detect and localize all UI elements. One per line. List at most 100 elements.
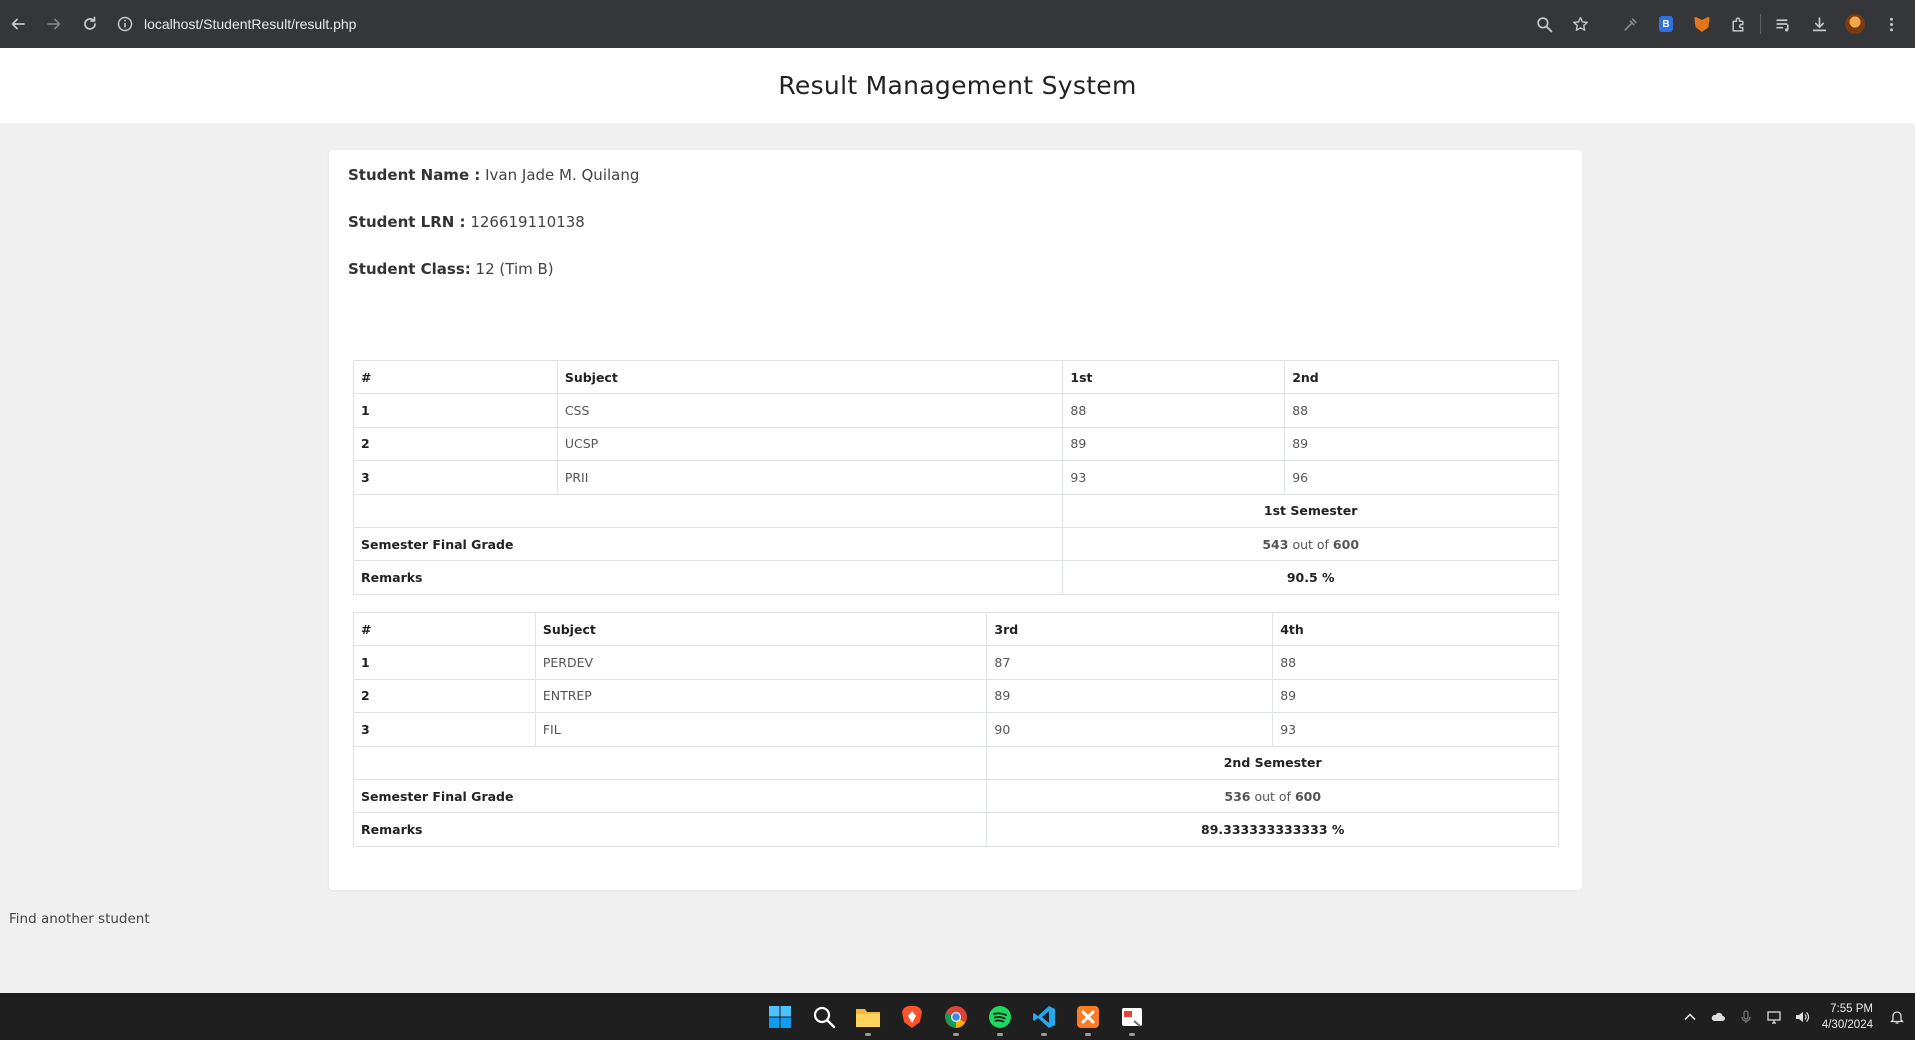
app-icon (1122, 1007, 1142, 1027)
result-card: Student Name : Ivan Jade M. Quilang Stud… (329, 150, 1582, 890)
taskbar: 7:55 PM 4/30/2024 (0, 993, 1915, 1040)
reading-list-button[interactable] (1765, 6, 1801, 42)
bookmark-button[interactable] (1562, 6, 1598, 42)
page-title: Result Management System (778, 71, 1137, 100)
grade-cell: 87 (986, 645, 1274, 680)
profile-button[interactable] (1837, 6, 1873, 42)
running-indicator (953, 1032, 959, 1036)
fox-extension-icon (1694, 16, 1710, 32)
taskbar-search-button[interactable] (808, 1001, 840, 1033)
network-icon[interactable] (1766, 1009, 1782, 1025)
student-name-line: Student Name : Ivan Jade M. Quilang (348, 166, 639, 184)
total-score: 543 (1262, 536, 1289, 552)
extensions-button[interactable] (1720, 6, 1756, 42)
notification-bell-icon[interactable] (1889, 1009, 1905, 1025)
find-another-student-link[interactable]: Find another student (9, 911, 150, 927)
chevron-up-icon[interactable] (1682, 1009, 1698, 1025)
clock-date: 4/30/2024 (1821, 1018, 1873, 1031)
microphone-icon[interactable] (1738, 1009, 1754, 1025)
download-icon (1812, 16, 1826, 31)
student-lrn-value: 126619110138 (470, 213, 585, 231)
table-row: 1 CSS 88 88 (353, 393, 1559, 428)
student-lrn-line: Student LRN : 126619110138 (348, 213, 585, 231)
queue-music-icon (1775, 18, 1789, 31)
grade-cell: 88 (1272, 645, 1559, 680)
vscode-icon (1033, 1005, 1055, 1028)
url-text: localhost/StudentResult/result.php (144, 16, 357, 32)
zoom-button[interactable] (1526, 6, 1562, 42)
table-row: 3 FIL 90 93 (353, 712, 1559, 747)
out-of-text: out of (1292, 536, 1329, 552)
out-of-text: out of (1254, 788, 1291, 804)
start-icon (769, 1005, 791, 1028)
arrow-right-icon (47, 18, 61, 30)
row-number: 3 (353, 712, 536, 747)
star-icon (1572, 16, 1588, 31)
brave-app[interactable] (896, 1001, 928, 1033)
running-indicator (865, 1032, 871, 1036)
final-grade-row: Semester Final Grade 543 out of 600 (352, 526, 1559, 562)
row-number: 1 (353, 393, 558, 428)
system-clock[interactable]: 7:55 PM 4/30/2024 (1822, 1001, 1873, 1033)
subject-cell: PRII (556, 460, 1064, 495)
column-header: # (353, 611, 536, 647)
file-explorer-app[interactable] (852, 1001, 884, 1036)
max-score: 600 (1332, 536, 1360, 552)
subject-cell: CSS (556, 393, 1064, 428)
semester-label-row: 1st Semester (352, 493, 1559, 528)
remarks-label: Remarks (352, 560, 1064, 595)
first-semester-table: # Subject 1st 2nd 1 CSS 88 88 2 UCSP 89 … (352, 359, 1559, 595)
grade-cell: 88 (1284, 393, 1559, 428)
student-class-value: 12 (Tim B) (475, 260, 554, 278)
spotify-app[interactable] (984, 1001, 1016, 1036)
column-header: 2nd (1284, 359, 1559, 395)
grade-cell: 93 (1062, 460, 1286, 495)
chrome-app[interactable] (940, 1001, 972, 1036)
site-info-icon[interactable] (116, 15, 134, 33)
start-button[interactable] (764, 1001, 796, 1033)
grade-cell: 89 (1284, 426, 1559, 462)
extension-metamask-button[interactable] (1684, 6, 1720, 42)
snipping-app[interactable] (1116, 1001, 1148, 1036)
grade-cell: 93 (1272, 712, 1559, 747)
column-header: 4th (1272, 611, 1559, 647)
browser-toolbar: localhost/StudentResult/result.php B (0, 0, 1915, 48)
row-number: 2 (353, 426, 558, 462)
avatar (1845, 14, 1865, 34)
cloud-icon[interactable] (1710, 1009, 1726, 1025)
tools-icon (1623, 17, 1637, 31)
running-indicator (1041, 1032, 1047, 1036)
grade-cell: 89 (986, 678, 1274, 714)
remarks-value: 90.5 % (1062, 560, 1559, 595)
remarks-value: 89.333333333333 % (986, 812, 1559, 847)
vscode-app[interactable] (1028, 1001, 1060, 1036)
extension-tools-button[interactable] (1612, 6, 1648, 42)
subject-cell: UCSP (556, 426, 1064, 462)
column-header: Subject (534, 611, 988, 647)
subject-cell: FIL (534, 712, 988, 747)
table-header-row: # Subject 3rd 4th (353, 611, 1559, 647)
reload-button[interactable] (72, 6, 108, 42)
forward-button[interactable] (36, 6, 72, 42)
second-semester-table: # Subject 3rd 4th 1 PERDEV 87 88 2 ENTRE… (352, 611, 1559, 847)
student-class-line: Student Class: 12 (Tim B) (348, 260, 554, 278)
table-row: 3 PRII 93 96 (353, 460, 1559, 495)
menu-button[interactable] (1873, 6, 1909, 42)
volume-icon[interactable] (1794, 1009, 1810, 1025)
semester-label: 1st Semester (1062, 493, 1559, 528)
extension-bitwarden-button[interactable]: B (1648, 6, 1684, 42)
xampp-icon (1077, 1005, 1099, 1028)
shield-extension-icon: B (1659, 16, 1673, 32)
address-bar[interactable]: localhost/StudentResult/result.php (116, 6, 1526, 42)
student-name-value: Ivan Jade M. Quilang (485, 166, 640, 184)
spotify-icon (989, 1005, 1011, 1028)
back-button[interactable] (0, 6, 36, 42)
final-grade-value: 536 out of 600 (986, 778, 1559, 814)
empty-cell (352, 745, 988, 780)
downloads-button[interactable] (1801, 6, 1837, 42)
search-icon (813, 1006, 836, 1028)
grade-cell: 90 (986, 712, 1274, 747)
remarks-row: Remarks 89.333333333333 % (352, 812, 1559, 847)
xampp-app[interactable] (1072, 1001, 1104, 1036)
toolbar-divider (1760, 14, 1761, 34)
